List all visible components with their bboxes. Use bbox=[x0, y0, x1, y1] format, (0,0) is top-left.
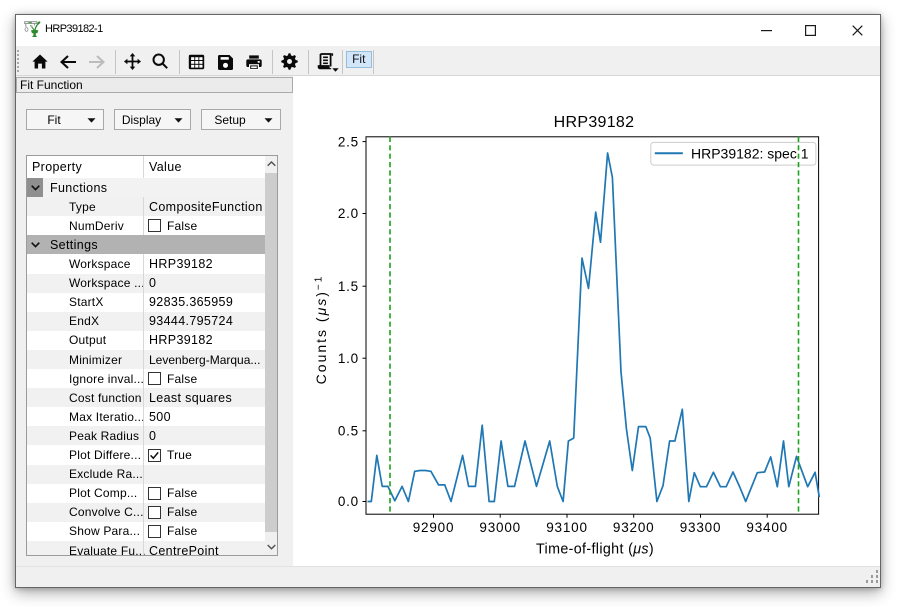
svg-text:93300: 93300 bbox=[680, 520, 722, 535]
svg-text:Time-of-flight (μs): Time-of-flight (μs) bbox=[536, 542, 654, 558]
svg-text:93400: 93400 bbox=[746, 520, 788, 535]
svg-text:0.0: 0.0 bbox=[338, 494, 359, 509]
svg-text:1.5: 1.5 bbox=[338, 279, 359, 294]
svg-text:HRP39182: HRP39182 bbox=[554, 114, 635, 131]
svg-text:93100: 93100 bbox=[546, 520, 588, 535]
svg-text:92900: 92900 bbox=[413, 520, 455, 535]
svg-text:HRP39182: spec 1: HRP39182: spec 1 bbox=[691, 145, 809, 161]
svg-text:2.5: 2.5 bbox=[338, 134, 359, 149]
svg-text:93200: 93200 bbox=[613, 520, 655, 535]
svg-text:93000: 93000 bbox=[479, 520, 521, 535]
svg-text:1.0: 1.0 bbox=[338, 351, 359, 366]
svg-text:0.5: 0.5 bbox=[338, 424, 359, 439]
svg-text:Counts (μs)−1: Counts (μs)−1 bbox=[313, 275, 329, 385]
svg-text:2.0: 2.0 bbox=[338, 206, 359, 221]
